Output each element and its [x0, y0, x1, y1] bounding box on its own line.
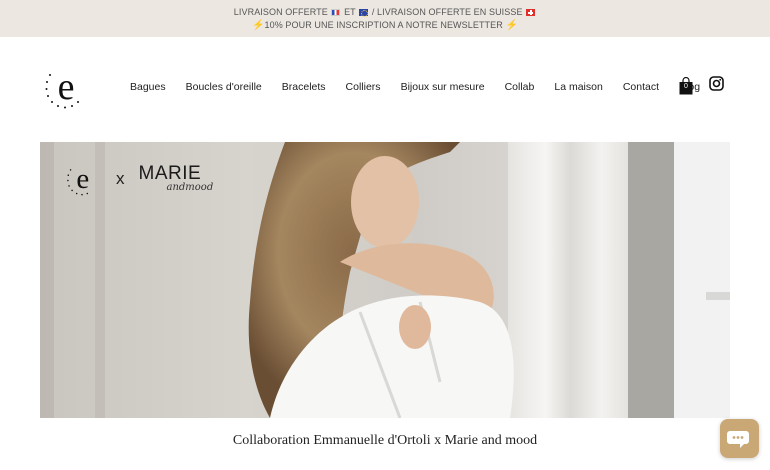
cart-button[interactable]: 0 [679, 76, 693, 95]
nav-bagues[interactable]: Bagues [120, 81, 176, 93]
newsletter-text: 10% POUR UNE INSCRIPTION A NOTRE NEWSLET… [264, 19, 503, 30]
collab-caption: Collaboration Emmanuelle d'Ortoli x Mari… [232, 433, 538, 448]
svg-text:e: e [76, 163, 89, 195]
nav-boucles-oreille[interactable]: Boucles d'oreille [176, 81, 272, 93]
nav-bijoux-sur-mesure[interactable]: Bijoux sur mesure [391, 81, 495, 93]
svg-text:e: e [58, 66, 75, 108]
main-nav: Bagues Boucles d'oreille Bracelets Colli… [120, 81, 710, 93]
announcement-bar: LIVRAISON OFFERTE ET / LIVRAISON OFFERTE… [0, 0, 770, 37]
nav-la-maison[interactable]: La maison [544, 81, 612, 93]
announcement-text-3: / LIVRAISON OFFERTE EN SUISSE [371, 7, 523, 17]
lightning-icon: ⚡ [251, 19, 265, 31]
nav-bracelets[interactable]: Bracelets [272, 81, 336, 93]
chat-icon [727, 431, 749, 448]
nav-colliers[interactable]: Colliers [336, 81, 391, 93]
france-flag-icon [331, 9, 341, 16]
brand-logo-icon: e [67, 163, 89, 196]
site-header: e Bagues Boucles d'oreille Bracelets Col… [0, 37, 770, 142]
cart-count: 0 [684, 83, 688, 90]
announcement-text-2: ET [344, 7, 356, 17]
nav-contact[interactable]: Contact [613, 81, 669, 93]
announcement-text-1: LIVRAISON OFFERTE [233, 7, 328, 17]
logo-icon[interactable]: e [44, 65, 86, 109]
collab-logos: e x MARIE andmood [66, 162, 213, 196]
lightning-icon: ⚡ [505, 19, 519, 31]
andmood-text: andmood [166, 182, 214, 193]
announcement-line-2: ⚡10% POUR UNE INSCRIPTION A NOTRE NEWSLE… [0, 19, 770, 33]
hero-image: e x MARIE andmood [40, 142, 730, 418]
swiss-flag-icon [526, 9, 536, 16]
instagram-icon[interactable] [709, 76, 724, 91]
chat-button[interactable] [720, 419, 759, 458]
marie-text: MARIE [138, 163, 202, 184]
nav-collab[interactable]: Collab [495, 81, 545, 93]
eu-flag-icon [359, 9, 369, 17]
collab-x: x [116, 169, 125, 188]
marie-and-mood-logo: MARIE andmood [138, 163, 214, 193]
announcement-line-1: LIVRAISON OFFERTE ET / LIVRAISON OFFERTE… [0, 6, 770, 19]
